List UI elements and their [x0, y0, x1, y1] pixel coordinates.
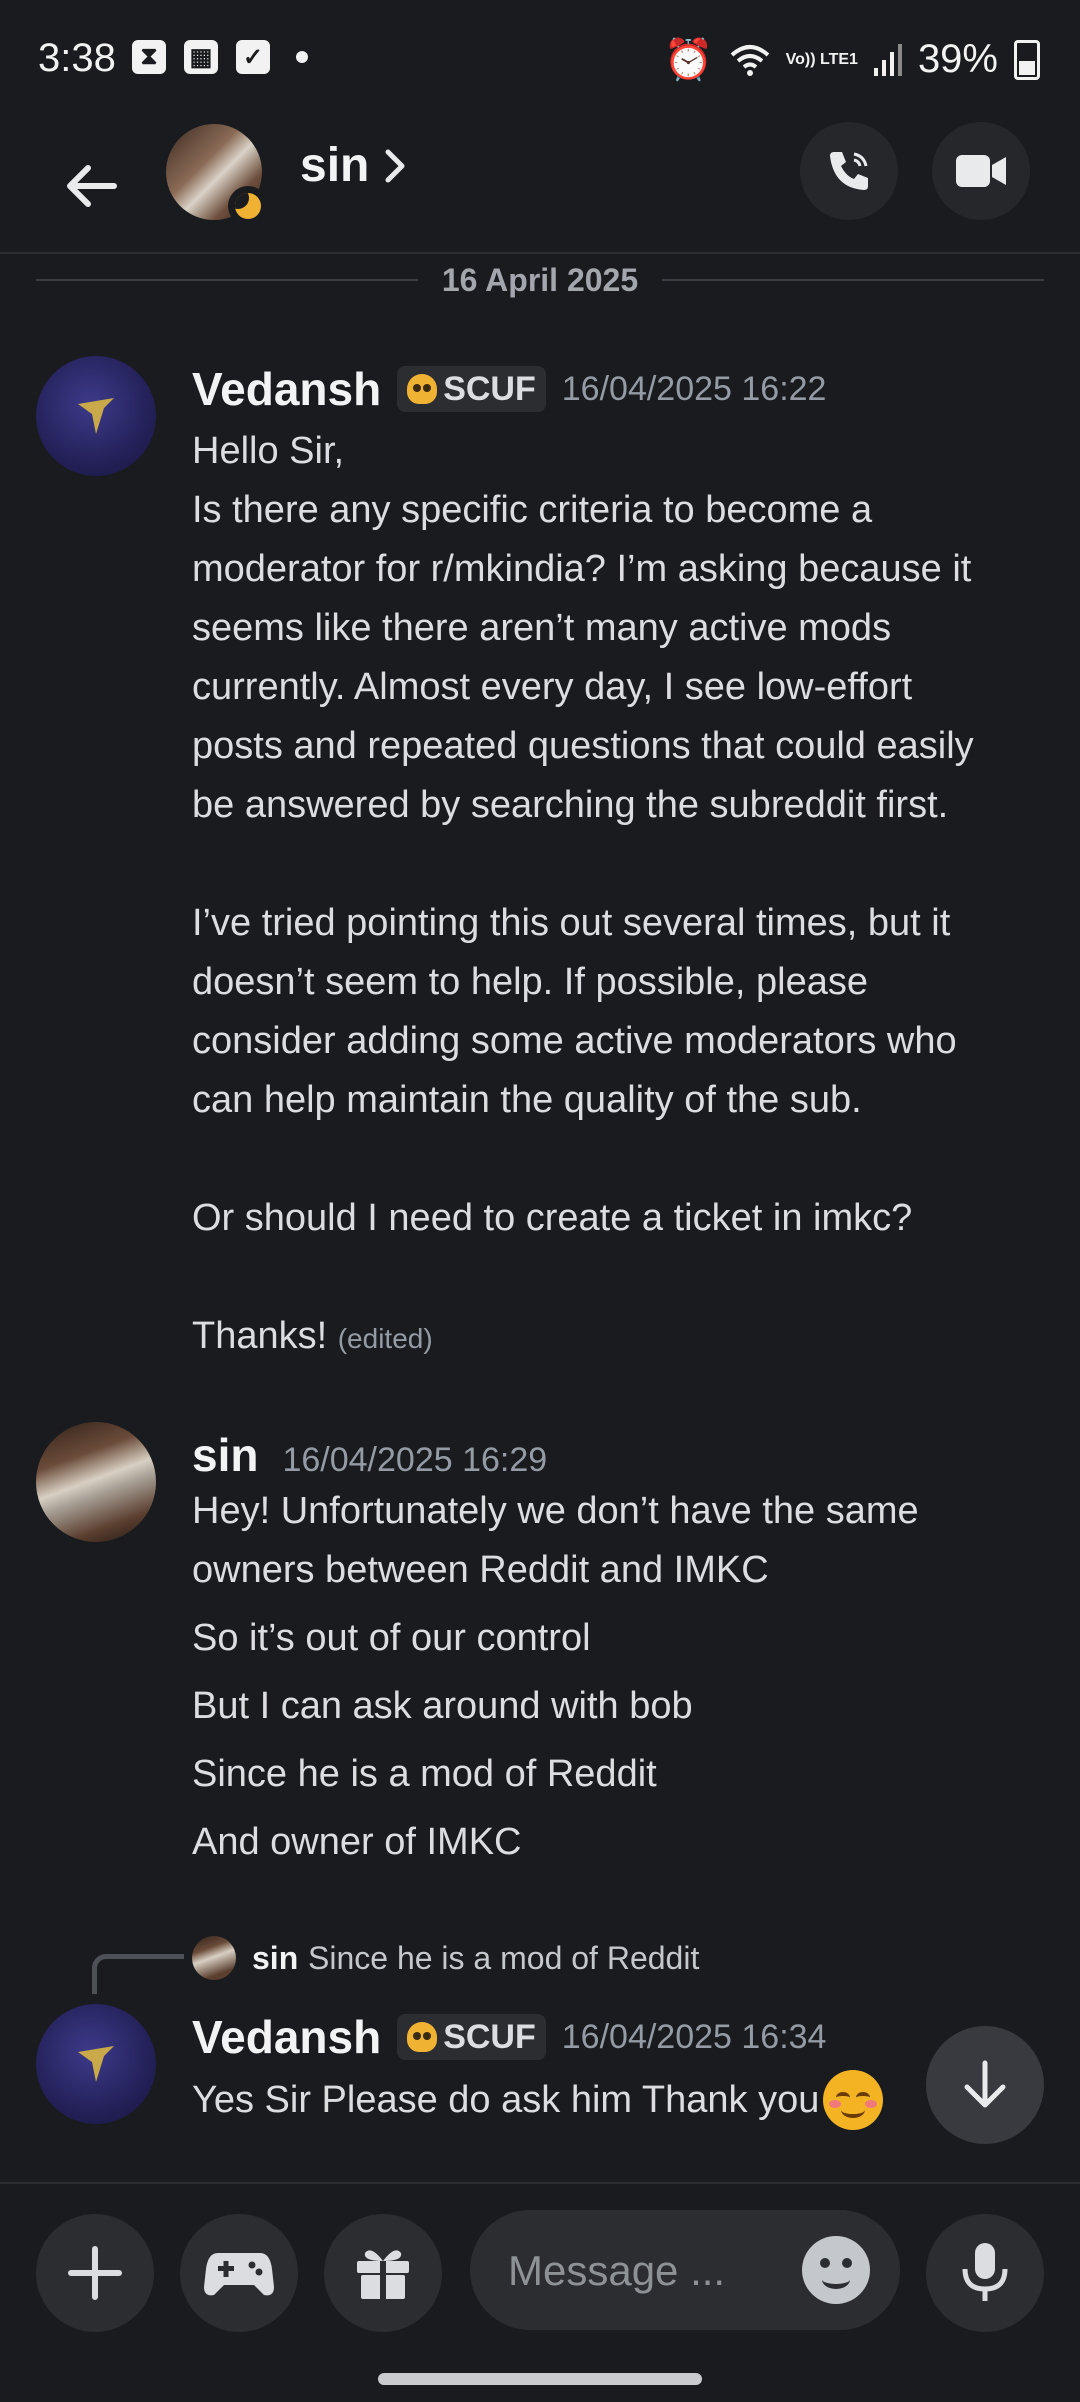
- message-header: sin 16/04/2025 16:29: [192, 1428, 547, 1482]
- plus-icon: [68, 2246, 122, 2300]
- reply-connector: [92, 1954, 184, 1994]
- author-name[interactable]: Vedansh: [192, 2010, 381, 2064]
- timestamp: 16/04/2025 16:34: [561, 2017, 827, 2056]
- message-line[interactable]: But I can ask around with bob: [192, 1685, 693, 1728]
- video-camera-icon: [956, 155, 1006, 187]
- home-indicator[interactable]: [378, 2373, 702, 2385]
- edited-label: (edited): [337, 1323, 433, 1354]
- message-text: Yes Sir Please do ask him Thank you: [192, 2078, 820, 2121]
- message-line[interactable]: And owner of IMKC: [192, 1821, 521, 1864]
- voice-message-button[interactable]: [926, 2214, 1044, 2332]
- back-button[interactable]: [50, 146, 130, 226]
- jump-to-latest-button[interactable]: [926, 2026, 1044, 2144]
- chevron-right-icon[interactable]: [384, 146, 408, 191]
- microphone-icon: [962, 2243, 1008, 2301]
- message-text: Hello Sir, Is there any specific criteri…: [192, 430, 974, 1357]
- message-line[interactable]: Since he is a mod of Reddit: [192, 1753, 657, 1796]
- gift-button[interactable]: [324, 2214, 442, 2332]
- system-icons: ⏰ Vo)) LTE1 39%: [664, 36, 1040, 83]
- message-line[interactable]: So it’s out of our control: [192, 1617, 591, 1660]
- apps-button[interactable]: [180, 2214, 298, 2332]
- server-tag[interactable]: SCUF: [397, 2014, 546, 2060]
- date-label: 16 April 2025: [441, 261, 639, 298]
- video-call-button[interactable]: [932, 122, 1030, 220]
- reply-avatar[interactable]: [192, 1936, 236, 1980]
- idle-status-icon: [228, 186, 268, 226]
- signal-icon: [873, 43, 902, 76]
- battery-icon: [1014, 39, 1040, 80]
- timestamp: 16/04/2025 16:29: [282, 1441, 548, 1479]
- smiling-face-emoji-icon: [823, 2070, 884, 2130]
- message-body[interactable]: Hello Sir, Is there any specific criteri…: [192, 422, 1052, 1366]
- voice-call-button[interactable]: [800, 122, 898, 220]
- arrow-down-icon: [964, 2060, 1006, 2108]
- phone-icon: [830, 152, 868, 190]
- author-name[interactable]: sin: [192, 1428, 258, 1482]
- message-header: Vedansh SCUF 16/04/2025 16:22: [192, 362, 826, 416]
- chat-header: [0, 120, 1080, 254]
- more-notifications-dot: [296, 51, 308, 63]
- avatar-logo-icon: [78, 2046, 114, 2082]
- battery-percent: 39%: [917, 37, 998, 81]
- avatar[interactable]: [36, 2004, 156, 2124]
- divider-line: [662, 279, 1045, 281]
- server-tag[interactable]: SCUF: [397, 366, 546, 412]
- status-time: 3:38: [38, 36, 116, 80]
- date-divider: 16 April 2025: [36, 254, 1045, 306]
- avatar[interactable]: [36, 356, 156, 476]
- add-attachment-button[interactable]: [36, 2214, 154, 2332]
- gallery-icon: ▦: [184, 40, 218, 74]
- checkbox-icon: ✓: [236, 40, 270, 74]
- alarm-icon: ⏰: [663, 38, 714, 82]
- message-line[interactable]: Hey! Unfortunately we don’t have the sam…: [192, 1490, 919, 1533]
- server-tag-label: SCUF: [443, 369, 536, 408]
- network-type: Vo)) LTE1: [785, 50, 858, 68]
- arrow-left-icon: [67, 165, 117, 207]
- reply-preview[interactable]: Since he is a mod of Reddit: [308, 1940, 699, 1977]
- gift-icon: [357, 2250, 409, 2299]
- message-input[interactable]: [506, 2210, 790, 2332]
- message-line[interactable]: owners between Reddit and IMKC: [192, 1549, 769, 1592]
- notification-icons: ⧗ ▦ ✓: [132, 40, 308, 74]
- avatar[interactable]: [36, 1422, 156, 1542]
- gamepad-icon: [204, 2253, 274, 2296]
- timestamp: 16/04/2025 16:22: [561, 369, 827, 408]
- author-name[interactable]: Vedansh: [192, 362, 381, 416]
- reply-author[interactable]: sin: [252, 1940, 298, 1977]
- server-tag-label: SCUF: [443, 2017, 536, 2056]
- hourglass-icon: ⧗: [132, 40, 166, 74]
- skull-icon: [407, 2022, 438, 2052]
- message-header: Vedansh SCUF 16/04/2025 16:34: [192, 2010, 826, 2064]
- avatar-logo-icon: [78, 398, 114, 434]
- status-bar: 3:38 ⧗ ▦ ✓ ⏰ Vo)) LTE1 39%: [0, 0, 1080, 120]
- contact-name[interactable]: sin: [300, 138, 369, 193]
- skull-icon: [407, 374, 438, 404]
- wifi-icon: [730, 44, 769, 76]
- emoji-picker-button[interactable]: [802, 2236, 870, 2304]
- divider-line: [36, 279, 418, 281]
- message-body[interactable]: Yes Sir Please do ask him Thank you: [192, 2070, 884, 2130]
